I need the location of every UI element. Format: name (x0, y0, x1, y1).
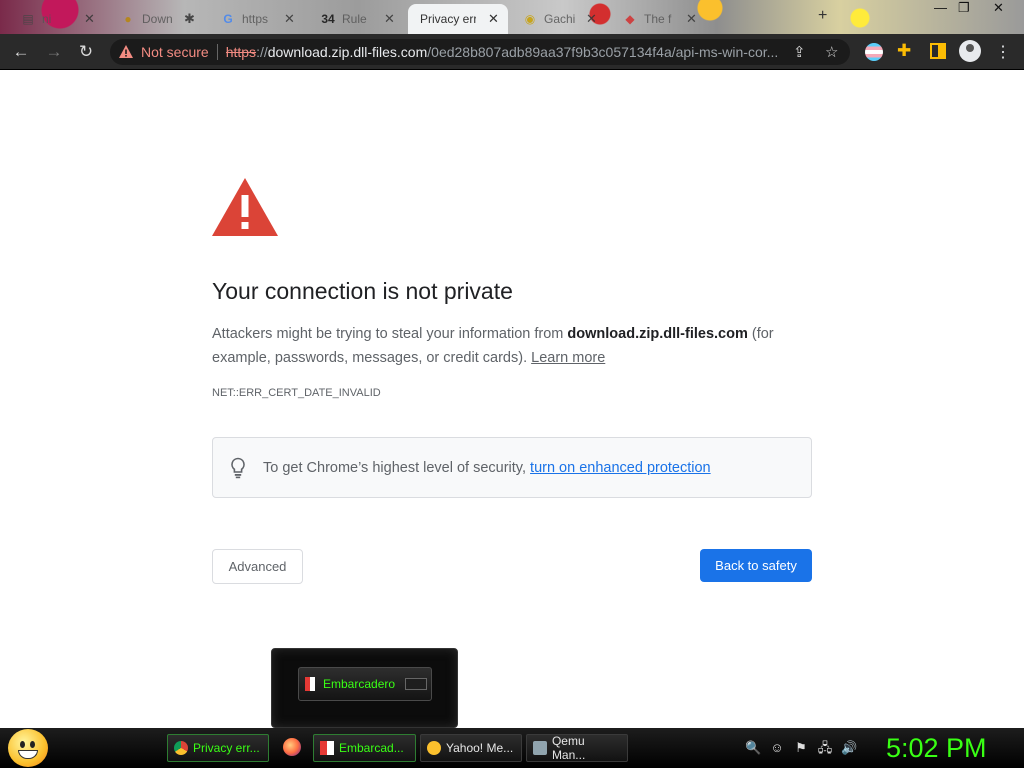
task-embarcadero[interactable]: Embarcad... (313, 734, 416, 762)
address-bar[interactable]: Not secure https://download.zip.dll-file… (110, 39, 850, 65)
side-panel-icon[interactable] (930, 43, 946, 59)
tab-title: https (242, 12, 269, 26)
tab-strip: ▤ ni ✕ ● Down ✱ G https ✕ 34 Rule ✕ Priv… (0, 0, 1024, 34)
tab-title: Down (142, 12, 173, 26)
search-icon[interactable]: 🔍 (745, 740, 761, 756)
site-icon: ◆ (625, 12, 635, 26)
pin-icon[interactable]: ✱ (184, 11, 195, 27)
error-code[interactable]: NET::ERR_CERT_DATE_INVALID (212, 387, 381, 399)
learn-more-link[interactable]: Learn more (531, 350, 605, 366)
taskbar-thumbnail-preview[interactable]: Embarcadero (271, 648, 458, 728)
share-icon[interactable]: ⇪ (793, 43, 806, 61)
doc-icon: ▤ (22, 12, 34, 26)
extensions-puzzle-icon[interactable]: ✚ (897, 41, 911, 61)
smiley-eye (30, 741, 35, 748)
clock[interactable]: 5:02 PM (886, 733, 987, 764)
enhanced-protection-banner: To get Chrome’s highest level of securit… (212, 437, 812, 498)
enhanced-protection-text: To get Chrome’s highest level of securit… (263, 460, 711, 476)
preview-label: Embarcadero (323, 677, 396, 691)
smiley-mouth (18, 750, 38, 759)
url-scheme: https (225, 44, 257, 60)
yahoo-smiley-icon (427, 741, 441, 755)
site-icon: ◉ (524, 12, 536, 26)
preview-close-button[interactable] (405, 678, 428, 690)
forward-arrow-icon[interactable]: → (44, 42, 64, 62)
tray-smiley-icon[interactable]: ☺ (769, 740, 785, 756)
volume-icon[interactable]: 🔊 (841, 740, 857, 756)
bookmark-star-icon[interactable]: ☆ (825, 43, 838, 61)
explanation-host: download.zip.dll-files.com (567, 326, 748, 342)
explanation-prefix: Attackers might be trying to steal your … (212, 326, 568, 342)
enhanced-prefix: To get Chrome’s highest level of securit… (263, 459, 531, 476)
embarcadero-icon (305, 677, 315, 691)
lightbulb-icon (231, 457, 245, 478)
tab-6[interactable]: ◉ Gachi ✕ (516, 4, 603, 34)
tab-title: Privacy error (420, 12, 476, 26)
tab-1[interactable]: ▤ ni ✕ (14, 4, 101, 34)
page-heading: Your connection is not private (212, 278, 513, 304)
embarcadero-icon (320, 741, 334, 755)
network-icon[interactable]: 🖧 (817, 740, 833, 756)
qemu-icon (533, 741, 547, 755)
minimize-button[interactable]: — (934, 0, 947, 15)
close-icon[interactable]: ✕ (488, 11, 499, 27)
kebab-menu-icon[interactable]: ⋮ (995, 42, 1011, 62)
taskbar: Privacy err... Embarcad... Yahoo! Me... … (0, 728, 1024, 768)
advanced-button[interactable]: Advanced (212, 549, 303, 584)
chrome-icon (174, 741, 188, 755)
close-icon[interactable]: ✕ (84, 11, 95, 27)
back-to-safety-button[interactable]: Back to safety (700, 549, 812, 582)
new-tab-button[interactable]: + (818, 7, 827, 25)
globe-icon: ● (124, 12, 132, 26)
alert-triangle-icon (212, 178, 278, 236)
task-yahoo-messenger[interactable]: Yahoo! Me... (420, 734, 522, 762)
url-host: download.zip.dll-files.com (267, 44, 428, 60)
close-icon[interactable]: ✕ (384, 11, 395, 27)
tab-title: The f (644, 12, 672, 26)
url-path: /0ed28b807adb89aa37f9b3c057134f4a/api-ms… (427, 44, 779, 60)
profile-avatar-icon[interactable] (959, 40, 981, 62)
task-label: Privacy err... (193, 741, 260, 755)
enhanced-protection-link[interactable]: turn on enhanced protection (530, 460, 711, 476)
window-close-button[interactable]: ✕ (993, 0, 1004, 16)
omnibox-divider (216, 44, 218, 60)
action-center-flag-icon[interactable]: ⚑ (793, 740, 809, 756)
close-icon[interactable]: ✕ (284, 11, 295, 27)
back-arrow-icon[interactable]: ← (11, 42, 31, 62)
tab-3[interactable]: G https ✕ (214, 4, 301, 34)
task-label: Qemu Man... (551, 734, 586, 762)
task-label: Embarcad... (339, 741, 404, 755)
tab-title: ni (42, 12, 52, 26)
tab-title: Rule (342, 12, 367, 26)
firefox-icon[interactable] (283, 738, 301, 756)
tab-4[interactable]: 34 Rule ✕ (314, 4, 401, 34)
rule34-icon: 34 (321, 12, 335, 26)
tab-privacy-error[interactable]: Privacy error ✕ (408, 4, 508, 34)
close-icon[interactable]: ✕ (586, 11, 597, 27)
start-button-smiley-icon[interactable] (8, 729, 48, 767)
task-chrome[interactable]: Privacy err... (167, 734, 269, 762)
tab-title: Gachi (544, 12, 576, 26)
url-text[interactable]: https://download.zip.dll-files.com/0ed28… (226, 44, 786, 60)
google-icon: G (223, 12, 233, 26)
url-separator: :// (256, 44, 268, 60)
not-secure-label[interactable]: Not secure (141, 44, 209, 60)
restore-button[interactable]: ❐ (958, 0, 970, 16)
pride-flag-extension-icon[interactable] (865, 43, 883, 61)
reload-icon[interactable]: ↻ (76, 42, 96, 62)
task-label: Yahoo! Me... (446, 741, 514, 755)
tab-7[interactable]: ◆ The f ✕ (616, 4, 703, 34)
tab-2[interactable]: ● Down ✱ (114, 4, 201, 34)
preview-window[interactable]: Embarcadero (298, 667, 432, 701)
task-qemu-manager[interactable]: Qemu Man... (526, 734, 628, 762)
warning-icon[interactable] (118, 44, 134, 60)
explanation-text: Attackers might be trying to steal your … (212, 322, 812, 370)
close-icon[interactable]: ✕ (686, 11, 697, 27)
smiley-eye (20, 741, 25, 748)
